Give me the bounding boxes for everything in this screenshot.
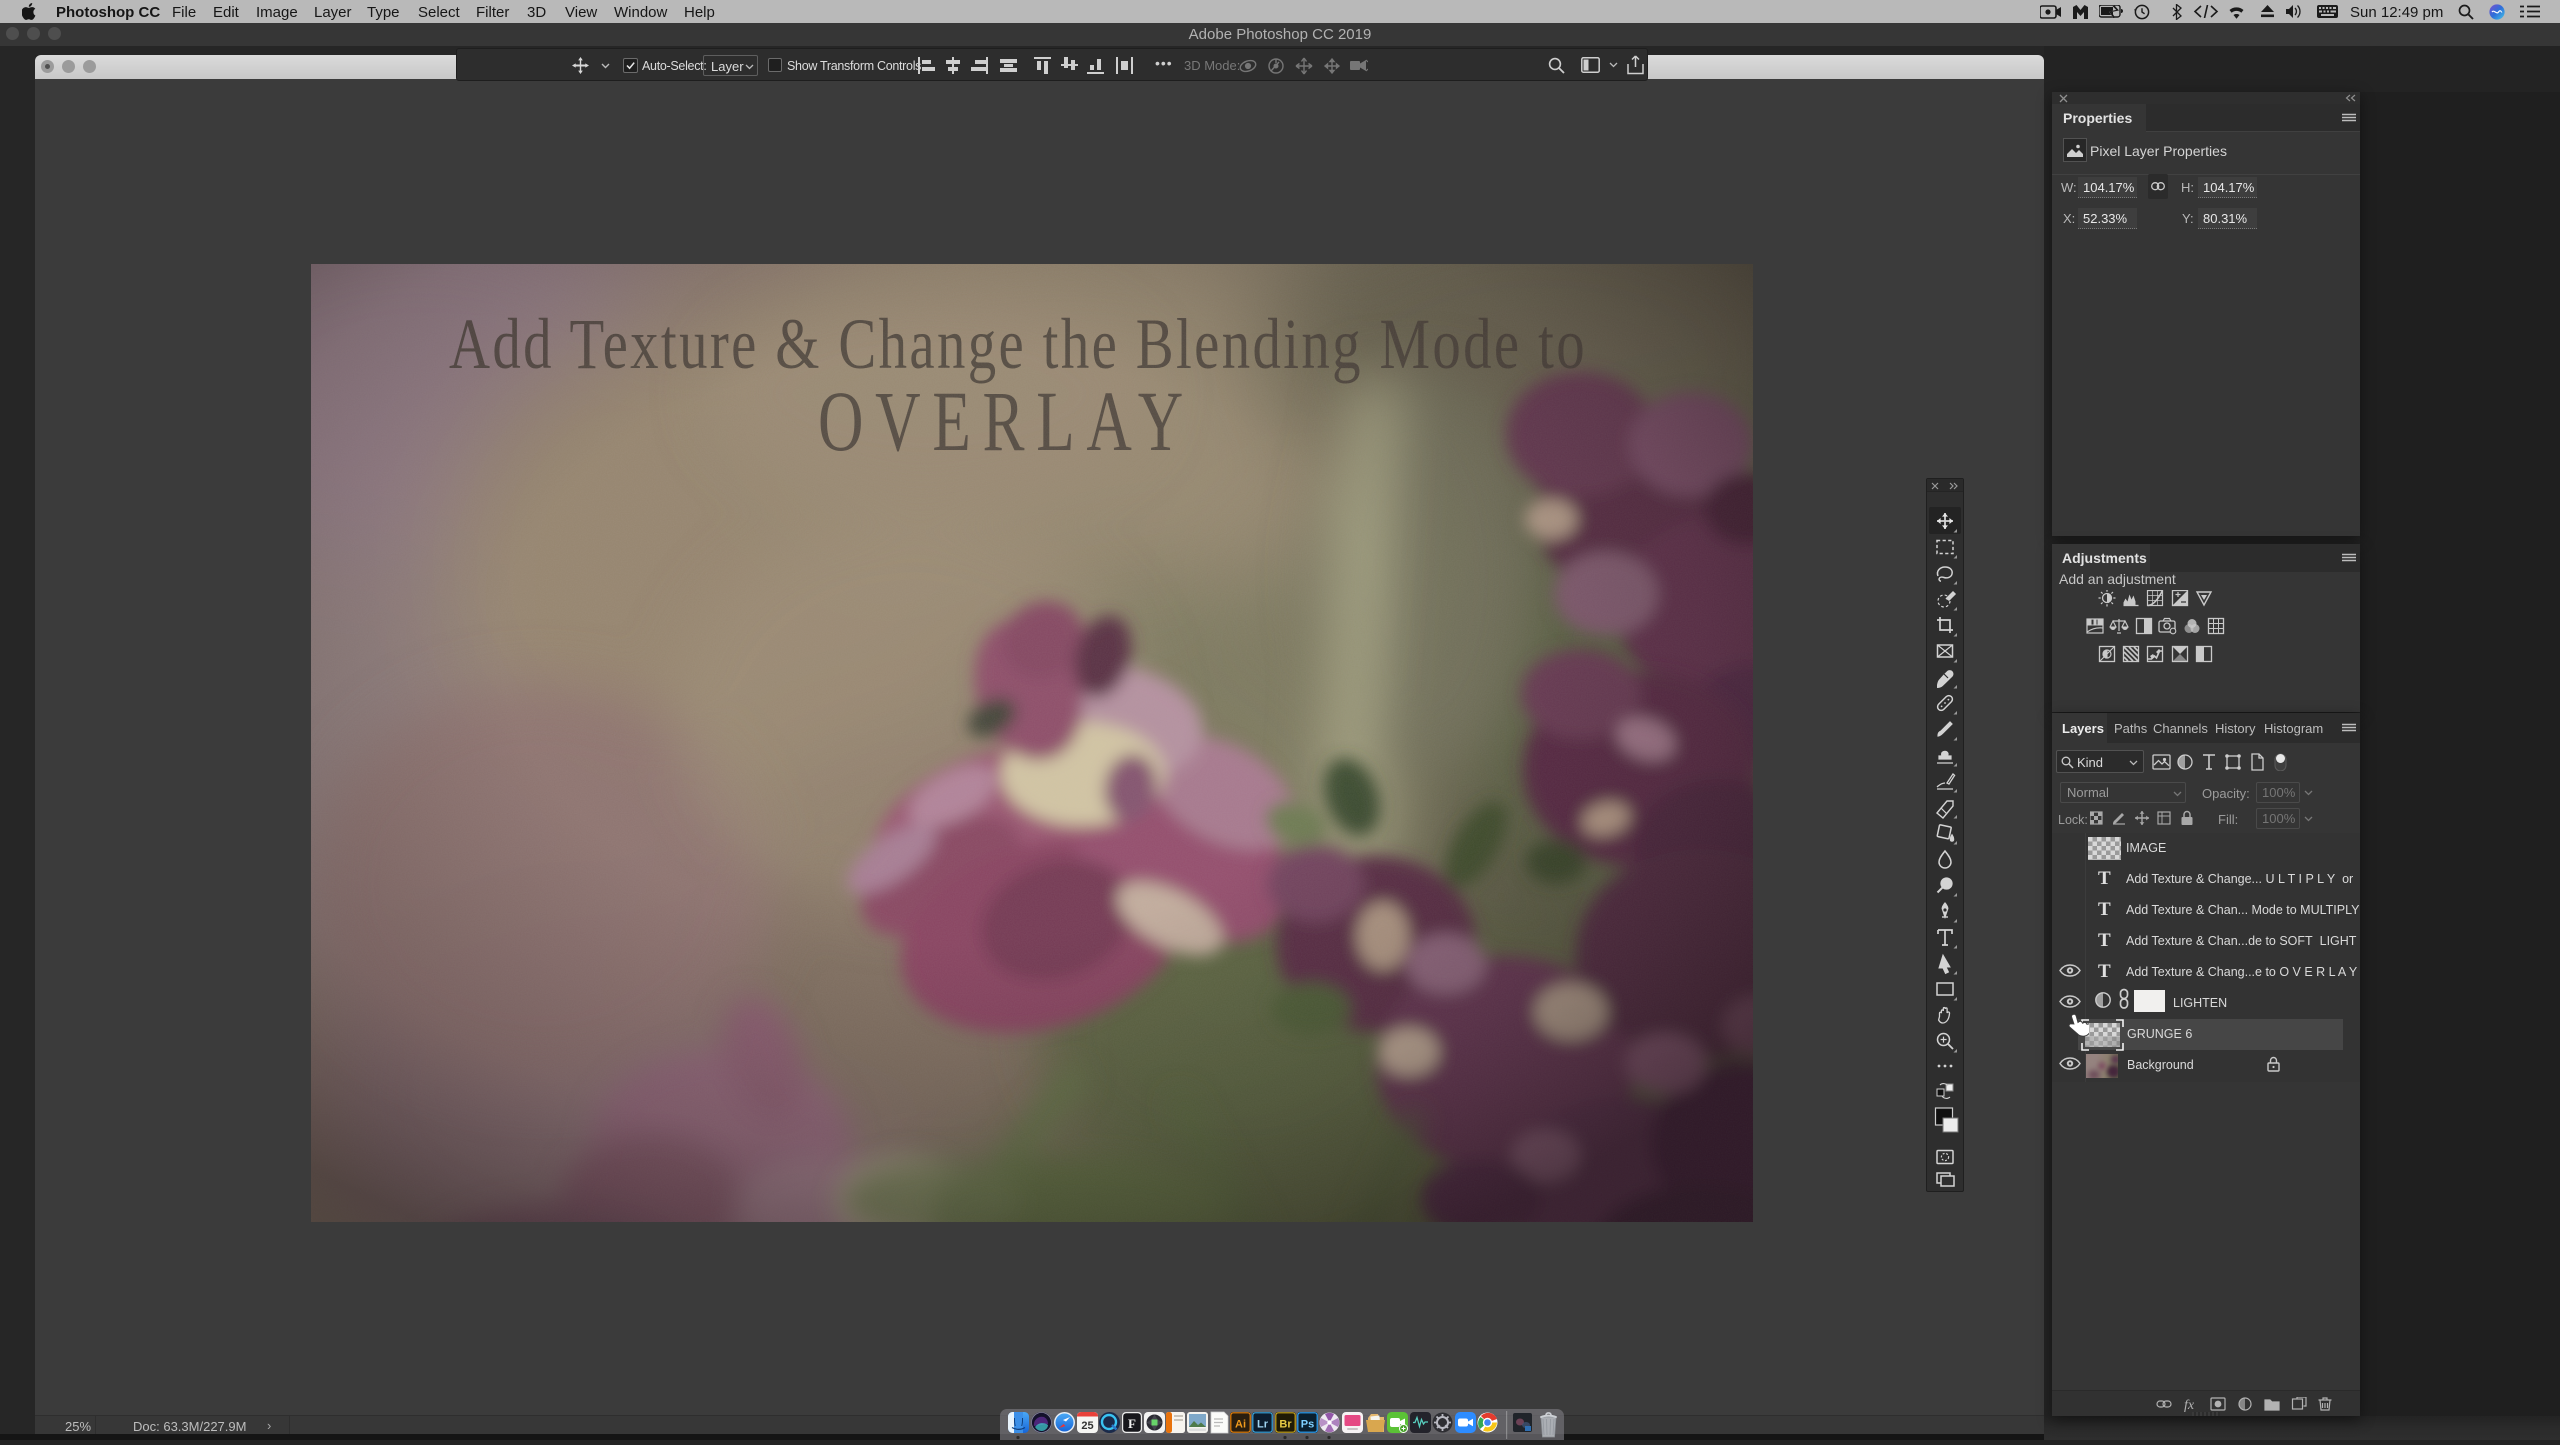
svg-text:fx: fx (2184, 1398, 2195, 1412)
svg-text:Br: Br (1279, 1419, 1292, 1431)
svg-text:F: F (1128, 1416, 1136, 1431)
svg-text:Ps: Ps (1301, 1419, 1314, 1431)
svg-text:Lr: Lr (1257, 1419, 1269, 1431)
svg-text:25: 25 (1081, 1420, 1093, 1432)
svg-text:Ai: Ai (1235, 1419, 1246, 1431)
